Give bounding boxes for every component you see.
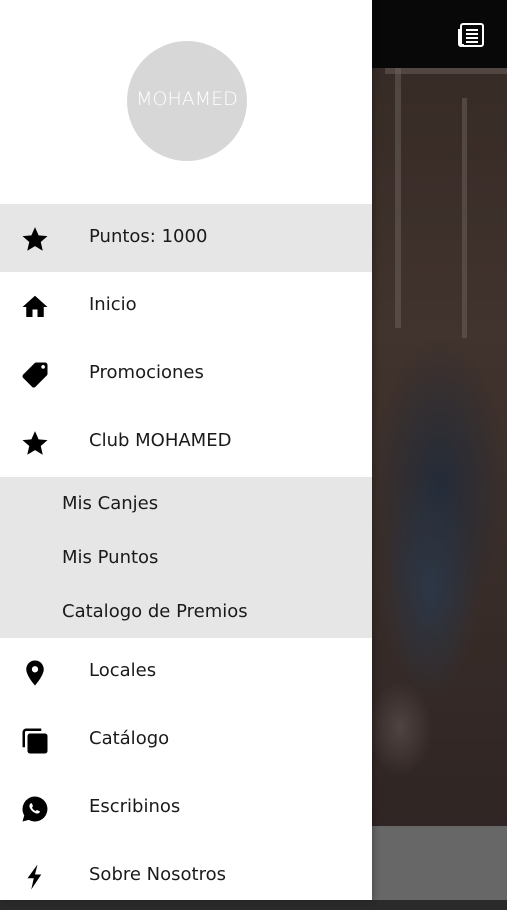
navigation-drawer: MOHAMED Puntos: 1000 Inicio Promociones … xyxy=(0,0,372,900)
newspaper-icon[interactable] xyxy=(457,22,485,48)
star-icon xyxy=(20,224,50,254)
brand-logo: MOHAMED xyxy=(127,41,247,161)
club-submenu: Mis Canjes Mis Puntos Catalogo de Premio… xyxy=(0,477,372,638)
menu-item-catalogo[interactable]: Catálogo xyxy=(0,706,372,774)
tag-icon xyxy=(20,360,50,390)
submenu-item-mis-puntos[interactable]: Mis Puntos xyxy=(0,531,372,585)
points-label: Puntos: 1000 xyxy=(89,226,208,247)
menu-item-promociones[interactable]: Promociones xyxy=(0,340,372,408)
submenu-item-label: Mis Canjes xyxy=(62,493,159,514)
map-pin-icon xyxy=(20,658,50,688)
menu-item-label: Sobre Nosotros xyxy=(89,864,226,885)
menu-item-points[interactable]: Puntos: 1000 xyxy=(0,204,372,272)
menu-item-label: Catálogo xyxy=(89,728,170,749)
star-icon xyxy=(20,428,50,458)
whatsapp-icon xyxy=(20,794,50,824)
menu-item-inicio[interactable]: Inicio xyxy=(0,272,372,340)
submenu-item-label: Mis Puntos xyxy=(62,547,159,568)
bolt-icon xyxy=(20,862,50,892)
menu-item-label: Locales xyxy=(89,660,157,681)
catalog-icon xyxy=(20,726,50,756)
submenu-item-catalogo-premios[interactable]: Catalogo de Premios xyxy=(0,585,372,639)
menu-item-label: Promociones xyxy=(89,362,204,383)
home-icon xyxy=(20,292,50,322)
menu-item-label: Escribinos xyxy=(89,796,181,817)
menu-item-label: Inicio xyxy=(89,294,137,315)
brand-logo-text: MOHAMED xyxy=(136,88,238,110)
submenu-item-mis-canjes[interactable]: Mis Canjes xyxy=(0,477,372,531)
submenu-item-label: Catalogo de Premios xyxy=(62,601,248,622)
menu-item-label: Club MOHAMED xyxy=(89,430,232,451)
menu-item-locales[interactable]: Locales xyxy=(0,638,372,706)
menu-item-club[interactable]: Club MOHAMED xyxy=(0,408,372,476)
menu-item-escribinos[interactable]: Escribinos xyxy=(0,774,372,842)
